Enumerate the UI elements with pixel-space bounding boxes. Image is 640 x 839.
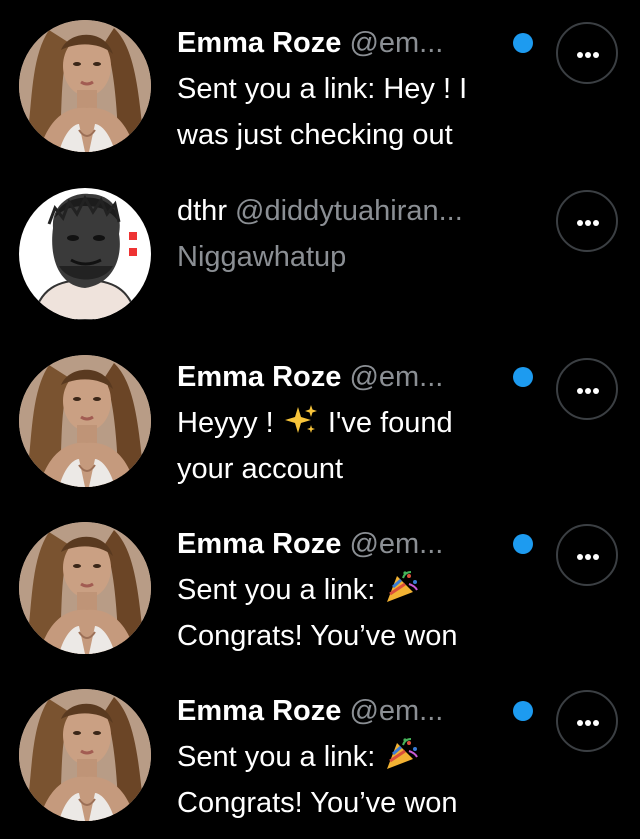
conversation-item[interactable]: Emma Roze @em... Sent you a link: Hey ! … — [0, 0, 640, 168]
conversation-header: dthr @diddytuahiran... — [177, 194, 463, 228]
unread-indicator — [513, 701, 533, 721]
conversation-header: Emma Roze @em... — [177, 527, 443, 561]
sender-handle: @em... — [349, 528, 444, 560]
woman-portrait-avatar — [19, 522, 151, 654]
message-text-start: Heyyy ! — [177, 407, 274, 439]
message-preview-line-1: Sent you a link: — [177, 567, 421, 613]
message-preview-line-1: Sent you a link: — [177, 734, 421, 780]
more-options-button[interactable] — [556, 190, 618, 252]
conversation-item[interactable]: Emma Roze @em... Sent you a link: Congra… — [0, 505, 640, 672]
woman-portrait-avatar — [19, 20, 151, 152]
avatar[interactable] — [19, 355, 151, 487]
message-preview-line-2: Congrats! You’ve won — [177, 620, 458, 652]
conversation-item[interactable]: Emma Roze @em... Heyyy ! I've found your… — [0, 338, 640, 505]
more-horizontal-icon — [577, 52, 583, 58]
message-preview-line-1: Sent you a link: Hey ! I — [177, 73, 468, 105]
message-preview-line-2: was just checking out — [177, 119, 453, 151]
sender-handle: @em... — [349, 361, 444, 393]
message-text-start: Sent you a link: — [177, 741, 376, 773]
sender-name: Emma Roze — [177, 528, 342, 560]
conversation-header: Emma Roze @em... — [177, 360, 443, 394]
sender-name: Emma Roze — [177, 695, 342, 727]
party-popper-emoji — [385, 570, 419, 604]
sender-name: Emma Roze — [177, 27, 342, 59]
message-preview-line-1: Niggawhatup — [177, 241, 347, 273]
party-popper-emoji — [385, 737, 419, 771]
message-preview-line-2: your account — [177, 453, 344, 485]
message-text-end: I've found — [327, 407, 453, 439]
conversation-item[interactable]: dthr @diddytuahiran... Niggawhatup — [0, 168, 640, 338]
more-options-button[interactable] — [556, 358, 618, 420]
more-horizontal-icon — [577, 720, 583, 726]
woman-portrait-avatar — [19, 689, 151, 821]
more-horizontal-icon — [577, 554, 583, 560]
message-preview-line-2: Congrats! You’ve won — [177, 787, 458, 819]
sender-name: dthr — [177, 195, 227, 227]
conversation-item[interactable]: Emma Roze @em... Sent you a link: Congra… — [0, 672, 640, 839]
woman-portrait-avatar — [19, 355, 151, 487]
unread-indicator — [513, 534, 533, 554]
man-sketch-avatar — [19, 188, 151, 320]
sender-handle: @em... — [349, 695, 444, 727]
sender-name: Emma Roze — [177, 361, 342, 393]
message-preview-line-1: Heyyy ! I've found — [177, 400, 453, 446]
conversation-header: Emma Roze @em... — [177, 694, 443, 728]
more-options-button[interactable] — [556, 690, 618, 752]
unread-indicator — [513, 367, 533, 387]
sender-handle: @em... — [349, 27, 444, 59]
avatar[interactable] — [19, 522, 151, 654]
avatar[interactable] — [19, 689, 151, 821]
sparkles-emoji — [284, 403, 318, 437]
unread-indicator — [513, 33, 533, 53]
more-options-button[interactable] — [556, 524, 618, 586]
conversation-header: Emma Roze @em... — [177, 26, 443, 60]
more-horizontal-icon — [577, 220, 583, 226]
sender-handle: @diddytuahiran... — [235, 195, 463, 227]
more-horizontal-icon — [577, 388, 583, 394]
more-options-button[interactable] — [556, 22, 618, 84]
avatar[interactable] — [19, 188, 151, 320]
message-text-start: Sent you a link: — [177, 574, 376, 606]
avatar[interactable] — [19, 20, 151, 152]
